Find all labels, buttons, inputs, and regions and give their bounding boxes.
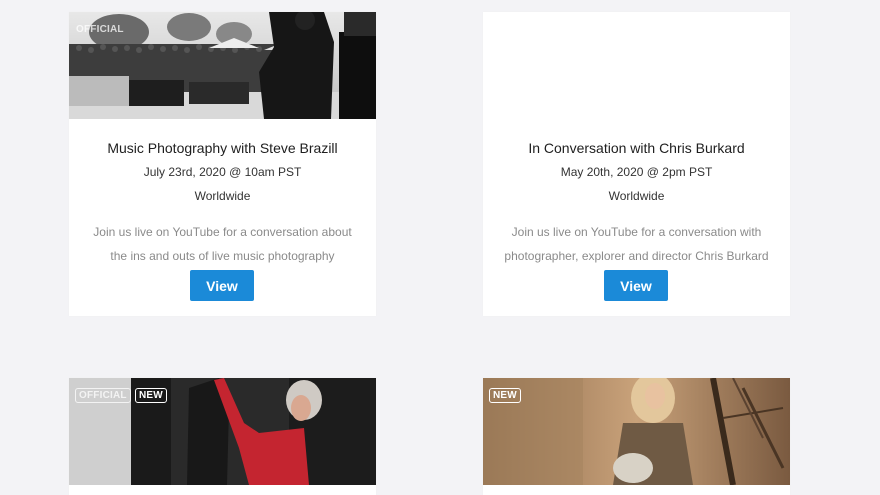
- event-title: In Conversation with Chris Burkard: [528, 140, 745, 156]
- description-line-1: Join us live on YouTube for a conversati…: [511, 225, 762, 239]
- new-badge: NEW: [489, 388, 521, 403]
- official-badge: OFFICIAL: [75, 388, 131, 403]
- event-image-girl-forest[interactable]: NEW: [483, 378, 790, 485]
- description-line-1: Join us live on YouTube for a conversati…: [93, 225, 352, 239]
- event-card-3: OFFICIAL NEW: [69, 378, 376, 495]
- event-date: May 20th, 2020 @ 2pm PST: [560, 165, 713, 179]
- event-image-concert[interactable]: OFFICIAL: [69, 12, 376, 119]
- event-card-4: NEW: [483, 378, 790, 495]
- view-button[interactable]: View: [604, 270, 668, 301]
- description-line-2: the ins and outs of live music photograp…: [110, 249, 335, 263]
- event-image-woman-red[interactable]: OFFICIAL NEW: [69, 378, 376, 485]
- event-region: Worldwide: [194, 189, 251, 203]
- description-line-2: photographer, explorer and director Chri…: [504, 249, 769, 263]
- event-description: Join us live on YouTube for a conversati…: [483, 220, 790, 268]
- event-image-blank[interactable]: [483, 12, 790, 119]
- official-badge: OFFICIAL: [76, 24, 124, 35]
- event-card-2: In Conversation with Chris Burkard May 2…: [483, 12, 790, 316]
- view-button[interactable]: View: [190, 270, 254, 301]
- event-card-1: OFFICIAL Music Photography with Steve Br…: [69, 12, 376, 316]
- event-title: Music Photography with Steve Brazill: [107, 140, 338, 156]
- event-date: July 23rd, 2020 @ 10am PST: [143, 165, 302, 179]
- event-description: Join us live on YouTube for a conversati…: [69, 220, 376, 268]
- event-region: Worldwide: [608, 189, 665, 203]
- new-badge: NEW: [135, 388, 167, 403]
